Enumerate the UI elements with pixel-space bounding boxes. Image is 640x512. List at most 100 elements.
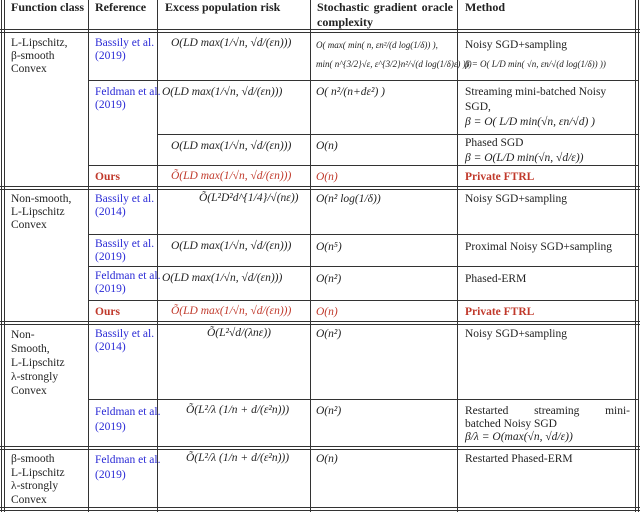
reference-authors[interactable]: Bassily et al. — [95, 193, 154, 206]
header-function-class: Function class — [11, 0, 85, 14]
reference-year[interactable]: (2019) — [95, 50, 154, 63]
rule — [88, 399, 639, 400]
reference-year[interactable]: (2019) — [95, 99, 160, 112]
risk-formula: Õ(L²/λ (1/n + d/(ε²n))) — [186, 452, 290, 464]
complexity-formula: O(n²) — [316, 328, 342, 340]
reference-link[interactable]: Bassily et al. (2014) — [95, 328, 154, 354]
reference-link[interactable]: Bassily et al. (2019) — [95, 238, 154, 264]
reference-authors[interactable]: Feldman et al. — [95, 270, 160, 283]
complexity-formula: O(n² log(1/δ)) — [316, 193, 381, 205]
rule — [0, 446, 640, 447]
risk-formula: O(LD max(1/√n, √d/(εn))) — [162, 272, 283, 284]
risk-formula: Õ(LD max(1/√n, √d/(εn))) — [171, 170, 292, 182]
reference-authors[interactable]: Bassily et al. — [95, 238, 154, 251]
reference-link[interactable]: Feldman et al. (2019) — [95, 453, 160, 483]
method-cell: Streaming mini-batched Noisy SGD, β = O(… — [465, 85, 630, 130]
reference-year[interactable]: (2019) — [95, 283, 160, 296]
reference-link[interactable]: Feldman et al. (2019) — [95, 405, 160, 435]
complexity-formula: O( n²/(n+dε²) ) — [316, 86, 386, 98]
method-name: batched Noisy SGD — [465, 418, 557, 430]
rule — [1, 0, 2, 512]
rule — [88, 300, 639, 301]
method-name: Restarted streaming mini- — [465, 405, 630, 417]
method-name: Restarted Phased-ERM — [465, 453, 573, 465]
function-class-line: Non-smooth, — [11, 193, 72, 205]
method-name: Proximal Noisy SGD+sampling — [465, 241, 613, 253]
complexity-formula: O( max( min( n, εn²/(d log(1/δ)) ), min(… — [316, 36, 472, 74]
rule — [88, 0, 89, 512]
reference-year[interactable]: (2014) — [95, 341, 154, 354]
method-param: β = O(L/D min(√n, √d/ε)) — [465, 152, 584, 164]
header-reference: Reference — [95, 0, 147, 14]
complexity-line: O( max( min( n, εn²/(d log(1/δ)) ), — [316, 40, 438, 50]
function-class-line: λ-strongly — [11, 480, 59, 492]
method-param: β = O( L/D min( √n, εn/√(d log(1/δ)) )) — [465, 59, 606, 69]
reference-link[interactable]: Bassily et al. (2014) — [95, 193, 154, 219]
method-name: SGD, — [465, 101, 491, 113]
function-class-cell: Non- Smooth, L-Lipschitz λ-strongly Conv… — [11, 328, 65, 398]
reference-authors[interactable]: Feldman et al. — [95, 453, 160, 468]
reference-authors[interactable]: Bassily et al. — [95, 328, 154, 341]
rule — [310, 0, 311, 512]
method-name: Private FTRL — [465, 306, 535, 318]
rule — [638, 0, 639, 512]
function-class-line: Convex — [11, 385, 47, 397]
reference-year[interactable]: (2019) — [95, 251, 154, 264]
rule — [0, 507, 640, 508]
method-param: β/λ = O(max(√n, √d/ε)) — [465, 431, 573, 443]
method-name: Streaming mini-batched Noisy — [465, 86, 607, 98]
complexity-formula: O(n⁵) — [316, 241, 342, 253]
complexity-formula: O(n) — [316, 140, 338, 152]
function-class-line: λ-strongly — [11, 371, 59, 383]
complexity-formula: O(n²) — [316, 405, 342, 417]
rule — [457, 0, 458, 512]
rule — [88, 80, 639, 81]
function-class-line: Smooth, — [11, 343, 50, 355]
header-method: Method — [465, 0, 505, 14]
risk-formula: O(LD max(1/√n, √d/(εn))) — [171, 140, 292, 152]
function-class-line: L-Lipschitz — [11, 466, 65, 479]
function-class-line: Convex — [11, 63, 47, 75]
reference-authors[interactable]: Feldman et al. — [95, 405, 160, 420]
function-class-line: L-Lipschitz, — [11, 37, 68, 49]
reference-year[interactable]: (2014) — [95, 206, 154, 219]
risk-formula: O(LD max(1/√n, √d/(εn))) — [171, 37, 292, 49]
rule — [88, 266, 639, 267]
function-class-cell: L-Lipschitz, β-smooth Convex — [11, 37, 68, 76]
method-name: Phased-ERM — [465, 273, 527, 285]
function-class-line: Convex — [11, 493, 47, 506]
reference-ours: Ours — [95, 306, 120, 318]
rule — [88, 234, 639, 235]
risk-formula: Õ(LD max(1/√n, √d/(εn))) — [171, 305, 292, 317]
function-class-line: Non- — [11, 329, 35, 341]
risk-formula: Õ(L²√d/(λnε)) — [207, 327, 271, 339]
method-name: Phased SGD — [465, 137, 524, 149]
function-class-cell: Non-smooth, L-Lipschitz Convex — [11, 193, 71, 232]
reference-year[interactable]: (2019) — [95, 420, 160, 435]
complexity-formula: O(n) — [316, 171, 338, 183]
function-class-cell: β-smooth L-Lipschitz λ-strongly Convex — [11, 453, 65, 507]
rule — [0, 324, 640, 325]
rule — [0, 186, 640, 187]
reference-link[interactable]: Feldman et al. (2019) — [95, 270, 160, 296]
header-oracle-complexity: Stochastic gradient oracle complexity — [317, 0, 453, 29]
reference-authors[interactable]: Bassily et al. — [95, 37, 154, 50]
method-cell: Noisy SGD+sampling β = O( L/D min( √n, ε… — [465, 36, 606, 74]
reference-authors[interactable]: Feldman et al. — [95, 86, 160, 99]
method-name: Noisy SGD+sampling — [465, 39, 568, 51]
reference-year[interactable]: (2019) — [95, 468, 160, 483]
complexity-formula: O(n) — [316, 453, 338, 465]
complexity-line: min( n^{3/2}√ε, ε^{3/2}n²/√(d log(1/δ)ε)… — [316, 59, 472, 69]
risk-formula: Õ(L²/λ (1/n + d/(ε²n))) — [186, 404, 290, 416]
function-class-line: L-Lipschitz — [11, 357, 65, 369]
rule — [4, 0, 5, 512]
function-class-line: β-smooth — [11, 50, 55, 62]
complexity-formula: O(n) — [316, 306, 338, 318]
rule — [0, 32, 640, 33]
complexity-formula: O(n²) — [316, 273, 342, 285]
rule — [157, 0, 158, 512]
function-class-line: Convex — [11, 219, 47, 231]
function-class-line: β-smooth — [11, 453, 55, 465]
reference-link[interactable]: Feldman et al. (2019) — [95, 86, 160, 112]
reference-link[interactable]: Bassily et al. (2019) — [95, 37, 154, 63]
